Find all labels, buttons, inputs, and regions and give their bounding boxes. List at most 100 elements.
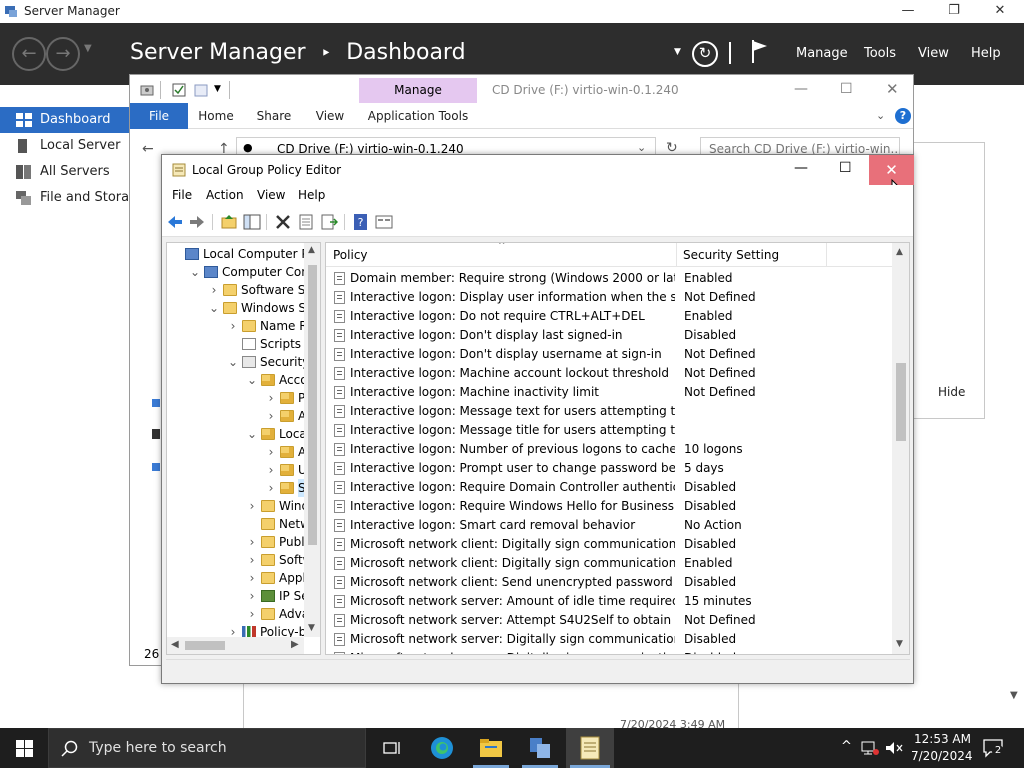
expand-chevron-icon[interactable]: › [247, 587, 257, 605]
back-button[interactable]: ← [12, 37, 46, 71]
expand-chevron-icon[interactable]: › [266, 407, 276, 425]
menu-help[interactable]: Help [298, 188, 325, 202]
policy-row[interactable]: Microsoft network server: Amount of idle… [326, 592, 891, 611]
tree-item[interactable]: ⌄ Windows Sett [167, 299, 320, 317]
policy-row[interactable]: Interactive logon: Display user informat… [326, 288, 891, 307]
tree-item[interactable]: ⌄Security Se [167, 353, 320, 371]
new-folder-icon[interactable] [194, 83, 208, 97]
expand-chevron-icon[interactable]: › [247, 569, 257, 587]
policy-editor-taskbar-button[interactable] [566, 728, 614, 768]
policy-row[interactable]: Interactive logon: Don't display last si… [326, 326, 891, 345]
sidebar-item-local-server[interactable]: Local Server [0, 133, 140, 159]
policy-row[interactable]: Interactive logon: Machine account locko… [326, 364, 891, 383]
explorer-minimize-button[interactable]: — [794, 81, 808, 97]
list-vertical-scrollbar[interactable]: ▲ ▼ [892, 243, 909, 654]
tree-item[interactable]: Netwo [167, 515, 317, 533]
task-view-button[interactable] [368, 728, 416, 768]
sidebar-item-dashboard[interactable]: Dashboard [0, 107, 140, 133]
policy-row[interactable]: Interactive logon: Require Domain Contro… [326, 478, 891, 497]
policy-row[interactable]: Interactive logon: Message text for user… [326, 402, 891, 421]
hide-link[interactable]: Hide [938, 385, 965, 399]
properties-icon[interactable] [172, 83, 186, 97]
show-hide-tree-icon[interactable] [243, 213, 261, 231]
maximize-button[interactable]: ❐ [931, 0, 977, 23]
network-icon[interactable] [861, 740, 879, 756]
menu-view[interactable]: View [257, 188, 285, 202]
policy-row[interactable]: Interactive logon: Smart card removal be… [326, 516, 891, 535]
clock-time[interactable]: 12:53 AM [914, 732, 971, 746]
gpe-minimize-button[interactable]: — [794, 160, 808, 176]
expand-chevron-icon[interactable]: › [247, 497, 257, 515]
tree-item[interactable]: ›Acc [167, 407, 320, 425]
refresh-icon[interactable]: ↻ [692, 41, 718, 67]
column-divider[interactable] [676, 243, 677, 267]
ribbon-expand-icon[interactable]: ⌄ [876, 109, 885, 122]
collapse-chevron-icon[interactable]: ⌄ [247, 371, 257, 389]
close-button[interactable]: ✕ [977, 0, 1023, 23]
expand-chevron-icon[interactable]: › [228, 317, 238, 335]
tree-hscroll-thumb[interactable] [185, 641, 225, 650]
column-divider[interactable] [826, 243, 827, 267]
start-windows-icon[interactable] [16, 740, 33, 757]
manage-context-tab[interactable]: Manage [359, 78, 477, 103]
scroll-up-icon[interactable]: ▲ [308, 245, 315, 255]
policy-row[interactable]: Domain member: Require strong (Windows 2… [326, 269, 891, 288]
policy-row[interactable]: Interactive logon: Message title for use… [326, 421, 891, 440]
menu-file[interactable]: File [172, 188, 192, 202]
tree-item[interactable]: › Softwa [167, 551, 320, 569]
tree-item[interactable]: › Advan [167, 605, 317, 623]
notifications-flag-icon[interactable] [750, 38, 770, 64]
minimize-button[interactable]: — [885, 0, 931, 23]
explorer-maximize-button[interactable]: ☐ [840, 81, 853, 97]
back-arrow-icon[interactable] [166, 213, 184, 231]
dropdown-arrow-icon[interactable]: ▼ [674, 47, 681, 57]
expand-chevron-icon[interactable]: › [247, 605, 257, 623]
scroll-left-icon[interactable]: ◀ [171, 639, 179, 650]
scroll-up-icon[interactable]: ▲ [896, 247, 903, 257]
menu-view[interactable]: View [918, 46, 949, 61]
expand-chevron-icon[interactable]: › [247, 551, 257, 569]
column-header-policy[interactable]: Policy [333, 248, 368, 262]
policy-row[interactable]: Interactive logon: Prompt user to change… [326, 459, 891, 478]
action-center-button[interactable]: 2 [982, 738, 1004, 758]
forward-arrow-icon[interactable] [188, 213, 206, 231]
tab-view[interactable]: View [306, 103, 354, 129]
sidebar-item-all-servers[interactable]: All Servers [0, 159, 140, 185]
history-dropdown-icon[interactable]: ▼ [84, 43, 92, 54]
expand-chevron-icon[interactable]: › [266, 479, 276, 497]
tree-item[interactable]: › Windo [167, 497, 317, 515]
tree-item[interactable]: ⌄ Accou [167, 371, 315, 389]
address-dropdown-icon[interactable]: ⌄ [637, 141, 646, 154]
policy-row[interactable]: Interactive logon: Don't display usernam… [326, 345, 891, 364]
tree-item[interactable]: ›Pas [167, 389, 319, 407]
tree-item[interactable]: › IP Secu [167, 587, 320, 605]
scroll-right-icon[interactable]: ▶ [291, 639, 299, 650]
server-manager-taskbar-button[interactable] [516, 728, 564, 768]
delete-icon[interactable] [274, 213, 292, 231]
volume-muted-icon[interactable] [884, 740, 904, 756]
policy-row[interactable]: Interactive logon: Machine inactivity li… [326, 383, 891, 402]
menu-tools[interactable]: Tools [864, 46, 896, 61]
scroll-down-icon[interactable]: ▼ [896, 639, 903, 649]
show-hidden-icons-icon[interactable]: ^ [841, 739, 852, 754]
policy-row[interactable]: Microsoft network client: Send unencrypt… [326, 573, 891, 592]
edge-browser-button[interactable] [418, 728, 466, 768]
list-scroll-thumb[interactable] [896, 363, 906, 441]
collapse-chevron-icon[interactable]: ⌄ [209, 299, 219, 317]
expand-chevron-icon[interactable]: › [266, 389, 276, 407]
expand-chevron-icon[interactable]: › [266, 461, 276, 479]
sidebar-item-file-storage[interactable]: File and Storag [0, 185, 140, 211]
menu-manage[interactable]: Manage [796, 46, 848, 61]
collapse-chevron-icon[interactable]: ⌄ [228, 353, 238, 371]
help-icon[interactable]: ? [352, 213, 370, 231]
policy-row[interactable]: Microsoft network server: Attempt S4U2Se… [326, 611, 891, 630]
qat-dropdown-icon[interactable]: ▼ [214, 84, 221, 94]
policy-row[interactable]: Microsoft network server: Digitally sign… [326, 649, 891, 654]
tree-item[interactable]: ⌄ Computer Config [167, 263, 320, 281]
file-explorer-button[interactable] [467, 728, 515, 768]
tree-item[interactable]: ⌄ Local P [167, 425, 320, 443]
expand-chevron-icon[interactable]: › [209, 281, 219, 299]
tab-home[interactable]: Home [192, 103, 240, 129]
policy-row[interactable]: Microsoft network server: Digitally sign… [326, 630, 891, 649]
expand-chevron-icon[interactable]: › [266, 443, 276, 461]
